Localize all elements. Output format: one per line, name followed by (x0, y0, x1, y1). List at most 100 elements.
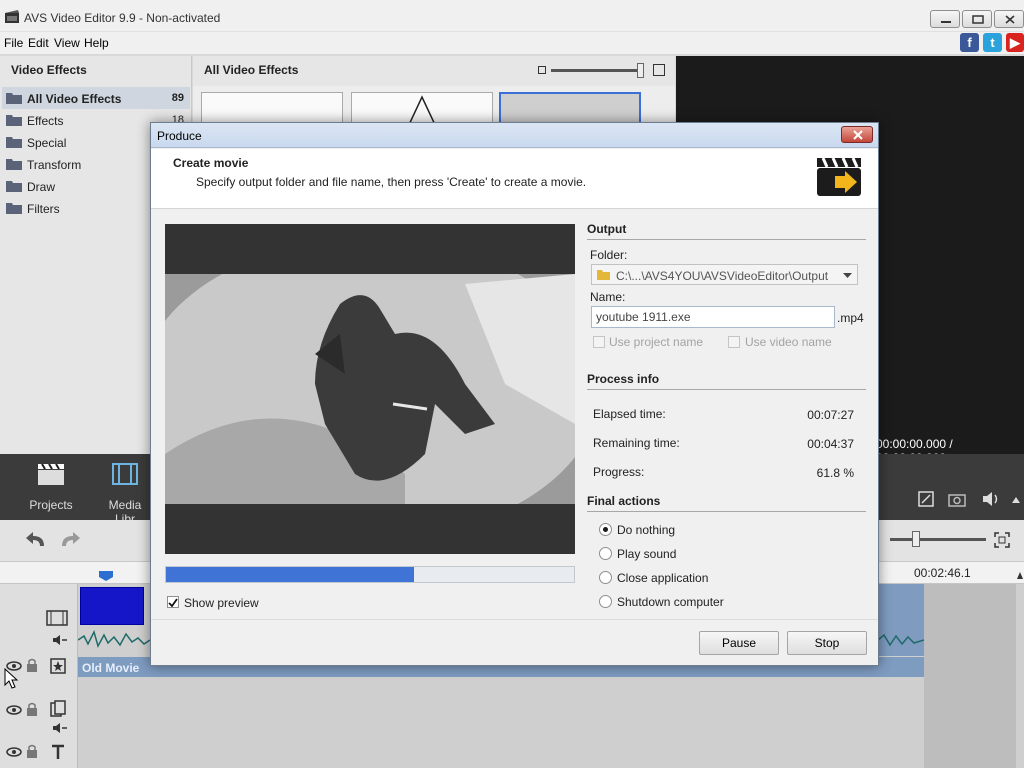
effects-panel-heading: Video Effects (11, 63, 87, 77)
projects-label: Projects (29, 498, 73, 512)
audio-waveform (878, 633, 924, 647)
audio-mute-icon[interactable] (52, 722, 68, 734)
dialog-header: Create movie Specify output folder and f… (151, 149, 878, 209)
close-window-button[interactable] (994, 10, 1024, 28)
effect-track-label: Old Movie (82, 661, 140, 675)
radio-do-nothing-label: Do nothing (617, 523, 676, 537)
folder-dropdown[interactable]: C:\...\AVS4YOU\AVSVideoEditor\Output (591, 264, 858, 285)
timeline-empty-area (924, 584, 1016, 768)
show-preview-label: Show preview (184, 596, 259, 610)
lock-icon[interactable] (26, 658, 38, 672)
dialog-heading: Create movie (173, 156, 249, 170)
dialog-subheading: Specify output folder and file name, the… (196, 175, 587, 189)
scroll-up-icon[interactable] (1016, 570, 1024, 580)
timeline-zoom-slider[interactable] (890, 538, 986, 541)
menu-help[interactable]: Help (84, 36, 109, 50)
elapsed-time-label: Elapsed time: (593, 407, 666, 421)
render-progress-fill (166, 567, 415, 582)
timeline-zoom-handle[interactable] (912, 531, 920, 547)
volume-icon[interactable] (982, 491, 1002, 507)
redo-icon[interactable] (58, 531, 82, 549)
menu-view[interactable]: View (54, 36, 80, 50)
file-extension: .mp4 (837, 311, 864, 325)
final-actions-section-title: Final actions (587, 494, 866, 512)
youtube-icon[interactable]: ▶ (1006, 33, 1024, 52)
produce-dialog: Produce Create movie Specify output fold… (140, 122, 879, 666)
projects-button[interactable]: Projects (28, 462, 74, 512)
folder-value: C:\...\AVS4YOU\AVSVideoEditor\Output (616, 269, 829, 283)
menubar: File Edit View Help (0, 32, 1024, 54)
progress-label: Progress: (593, 465, 645, 479)
minimize-icon (941, 21, 951, 23)
folder-icon (6, 203, 22, 214)
dialog-footer-divider (151, 619, 878, 620)
chevron-down-icon (843, 273, 852, 278)
snapshot-icon[interactable] (948, 491, 966, 507)
facebook-icon[interactable]: f (960, 33, 979, 52)
twitter-icon[interactable]: t (983, 33, 1002, 52)
dialog-titlebar: Produce (151, 123, 878, 148)
show-preview-checkbox[interactable] (167, 596, 179, 608)
restore-button[interactable] (962, 10, 992, 28)
pause-button[interactable]: Pause (699, 631, 779, 655)
gallery-header: All Video Effects (193, 56, 675, 86)
radio-do-nothing[interactable] (599, 523, 612, 536)
media-library-button[interactable]: Media Libr (100, 462, 150, 526)
app-icon (5, 10, 19, 23)
fullscreen-icon[interactable] (918, 491, 934, 507)
zoom-slider[interactable] (551, 69, 643, 72)
playhead-marker-icon[interactable] (98, 570, 114, 582)
eye-icon[interactable] (6, 704, 22, 716)
window-title: AVS Video Editor 9.9 - Non-activated (24, 11, 221, 25)
effects-category-label: All Video Effects (27, 92, 122, 106)
dialog-title: Produce (157, 129, 202, 143)
elapsed-time-value: 00:07:27 (807, 408, 854, 422)
close-icon (853, 130, 863, 140)
effects-category-all[interactable]: All Video Effects 89 (2, 87, 190, 109)
mouse-cursor-icon (4, 668, 19, 689)
minimize-button[interactable] (930, 10, 960, 28)
use-video-name-checkbox[interactable] (728, 336, 740, 348)
effects-category-label: Special (27, 136, 67, 150)
radio-close-application[interactable] (599, 571, 612, 584)
menu-file[interactable]: File (4, 36, 23, 50)
render-progress-bar (165, 566, 575, 583)
menu-edit[interactable]: Edit (28, 36, 49, 50)
radio-close-application-label: Close application (617, 571, 709, 585)
undo-icon[interactable] (24, 531, 48, 549)
effects-category-label: Filters (27, 202, 60, 216)
video-clip[interactable] (80, 587, 144, 625)
clapperboard-icon (38, 463, 64, 485)
zoom-out-icon[interactable] (538, 66, 546, 74)
lock-icon[interactable] (26, 702, 38, 716)
eye-icon[interactable] (6, 746, 22, 758)
stop-button[interactable]: Stop (787, 631, 867, 655)
gallery-heading: All Video Effects (204, 63, 299, 77)
video-preview (140, 224, 600, 554)
ruler-time-label: 00:02:46.1 (914, 566, 971, 580)
window-titlebar: AVS Video Editor 9.9 - Non-activated (0, 0, 1024, 32)
radio-shutdown-computer-label: Shutdown computer (617, 595, 724, 609)
video-frame-image (140, 224, 600, 554)
remaining-time-value: 00:04:37 (807, 437, 854, 451)
audio-waveform (78, 629, 150, 648)
lock-icon[interactable] (26, 744, 38, 758)
zoom-slider-handle[interactable] (637, 63, 644, 78)
radio-play-sound[interactable] (599, 547, 612, 560)
file-name-input[interactable] (591, 306, 835, 328)
remaining-time-label: Remaining time: (593, 436, 680, 450)
close-icon (1005, 15, 1015, 24)
create-movie-icon (817, 157, 861, 196)
audio-mute-icon[interactable] (52, 634, 68, 646)
folder-label: Folder: (590, 248, 628, 262)
chevron-up-icon[interactable] (1011, 496, 1021, 504)
use-project-name-checkbox[interactable] (593, 336, 605, 348)
dialog-close-button[interactable] (841, 126, 873, 143)
radio-shutdown-computer[interactable] (599, 595, 612, 608)
checkmark-icon (168, 598, 178, 608)
fit-timeline-icon[interactable] (994, 532, 1010, 548)
effects-category-label: Effects (27, 114, 64, 128)
effects-track-icon (50, 658, 66, 674)
zoom-in-icon[interactable] (653, 64, 665, 76)
use-project-name-label: Use project name (609, 335, 704, 349)
